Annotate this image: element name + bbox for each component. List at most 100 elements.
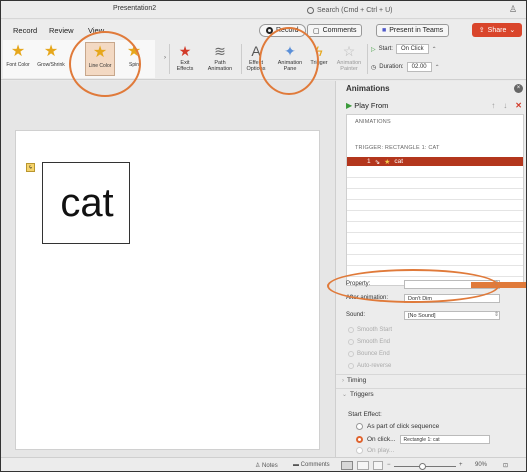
slide-canvas: ϟ cat (1, 81, 335, 457)
item-name: cat (394, 158, 404, 165)
tab-record[interactable]: Record (13, 26, 37, 35)
smooth-start-option[interactable]: Smooth Start (348, 327, 392, 333)
painter-star-icon: ☆ (342, 43, 356, 59)
timing-section[interactable]: › Timing (336, 374, 526, 386)
divider (241, 44, 242, 74)
tab-review[interactable]: Review (49, 26, 74, 35)
option-label: Bounce End (357, 351, 390, 357)
auto-reverse-option[interactable]: Auto-reverse (348, 363, 391, 369)
search-placeholder: Search (Cmd + Ctrl + U) (317, 6, 393, 14)
radio-icon (356, 423, 363, 430)
fit-slide-icon[interactable]: ⊡ (503, 462, 508, 469)
bounce-end-option[interactable]: Bounce End (348, 351, 390, 357)
comments-label: Comments (322, 27, 357, 34)
radio-selected-icon (356, 436, 363, 443)
exit-effects-button[interactable]: ★ Exit Effects (171, 42, 199, 72)
teams-icon: ■ (382, 27, 387, 34)
start-select[interactable]: On Click (395, 44, 429, 54)
highlight-ring (69, 31, 141, 97)
animation-painter-button[interactable]: ☆ Animation Painter (333, 42, 365, 72)
slide-sorter-icon[interactable] (357, 461, 369, 470)
play-from-row: ▶ Play From ↑ ↓ ✕ (346, 101, 524, 113)
divider (169, 44, 170, 74)
zoom-out-icon[interactable]: − (387, 462, 391, 468)
item-number: 1 (367, 158, 371, 165)
start-effect-label: Start Effect: (348, 411, 382, 418)
comments-status-label: Comments (300, 462, 330, 468)
comment-icon: ▢ (313, 27, 320, 35)
sound-select[interactable]: [No Sound] (404, 311, 500, 320)
exit-star-icon: ★ (178, 43, 192, 59)
timing-section-label: Timing (347, 377, 367, 384)
window-title: Presentation2 (113, 5, 157, 12)
share-button[interactable]: ⇪ Share ⌄ (472, 23, 522, 37)
triggers-section[interactable]: ⌄ Triggers (336, 388, 526, 400)
search-field[interactable]: Search (Cmd + Ctrl + U) (307, 4, 457, 16)
triggers-section-label: Triggers (350, 391, 374, 398)
chevron-right-icon: › (342, 378, 344, 384)
gallery-more-icon[interactable]: › (164, 55, 166, 61)
checkbox-icon (348, 327, 354, 333)
zoom-knob[interactable] (419, 463, 426, 470)
checkbox-icon (348, 351, 354, 357)
list-item[interactable]: 1 ⇘ ★ cat (347, 157, 523, 166)
on-click-select[interactable]: Rectangle 1: cat (399, 435, 490, 444)
gallery-item-label: Grow/Shrink (37, 62, 65, 68)
option-label: Smooth Start (357, 327, 393, 333)
start-label: Start: (378, 46, 393, 52)
stepper-icon[interactable]: ⌃ (432, 46, 437, 53)
stepper-icon[interactable]: ⌃ (435, 64, 440, 71)
star-icon: ★ (10, 43, 26, 60)
highlight-ring (259, 27, 319, 95)
shape-text[interactable]: cat (43, 181, 131, 226)
radio-click-sequence[interactable]: As part of click sequence (356, 423, 439, 430)
comments-status-button[interactable]: ▬ Comments (293, 462, 330, 468)
radio-on-click[interactable]: On click... Rectangle 1: cat (356, 435, 490, 444)
comments-button[interactable]: ▢ Comments (307, 24, 363, 37)
move-down-icon[interactable]: ↓ (503, 101, 507, 110)
normal-view-icon[interactable] (341, 461, 353, 470)
path-animation-label-2: Animation (207, 66, 233, 72)
share-label: Share (487, 26, 507, 34)
close-icon[interactable]: × (514, 84, 523, 93)
zoom-level: 90% (475, 462, 488, 468)
move-up-icon[interactable]: ↑ (491, 101, 495, 110)
duration-field[interactable]: 02.00 (406, 62, 432, 72)
zoom-in-icon[interactable]: + (459, 462, 463, 468)
gallery-item-label: Font Color (6, 62, 30, 68)
duration-label: Duration: (379, 64, 404, 70)
exit-effects-label-2: Effects (176, 66, 194, 72)
rectangle-shape[interactable]: cat (42, 162, 130, 244)
chevron-down-icon: ⌄ (342, 392, 348, 398)
gallery-item-font-color[interactable]: ★ Font Color (3, 42, 33, 68)
star-icon: ★ (43, 43, 59, 60)
notes-label: Notes (262, 463, 278, 469)
search-icon (307, 6, 314, 14)
play-icon[interactable]: ▶ (346, 101, 352, 110)
sound-row: Sound: [No Sound] ⇕ (346, 311, 526, 321)
gallery-item-grow-shrink[interactable]: ★ Grow/Shrink (36, 42, 66, 68)
notes-button[interactable]: ♙ Notes (255, 462, 278, 469)
radio-icon (356, 447, 363, 454)
stepper-icon[interactable]: ⇕ (494, 311, 499, 318)
account-icon[interactable]: ♙ (509, 4, 517, 15)
title-bar: Presentation2 Search (Cmd + Ctrl + U) ♙ (1, 1, 526, 19)
highlight-ring (327, 269, 499, 303)
sound-label: Sound: (346, 312, 366, 318)
option-label: Smooth End (357, 339, 391, 345)
reading-view-icon[interactable] (373, 461, 383, 470)
radio-on-play[interactable]: On play... (356, 447, 394, 454)
checkbox-icon (348, 339, 354, 345)
slide[interactable]: ϟ cat (15, 130, 320, 450)
present-in-teams-button[interactable]: ■ Present in Teams (376, 24, 450, 37)
path-animation-button[interactable]: ≋ Path Animation (203, 42, 237, 72)
share-icon: ⇪ (478, 27, 485, 34)
star-icon: ★ (384, 158, 391, 166)
list-header: ANIMATIONS (355, 119, 391, 125)
lightning-icon[interactable]: ϟ (26, 163, 35, 172)
radio-label: On play... (367, 447, 395, 454)
play-from-button[interactable]: Play From (354, 101, 388, 110)
option-label: Auto-reverse (357, 363, 392, 369)
delete-icon[interactable]: ✕ (515, 101, 522, 110)
smooth-end-option[interactable]: Smooth End (348, 339, 390, 345)
